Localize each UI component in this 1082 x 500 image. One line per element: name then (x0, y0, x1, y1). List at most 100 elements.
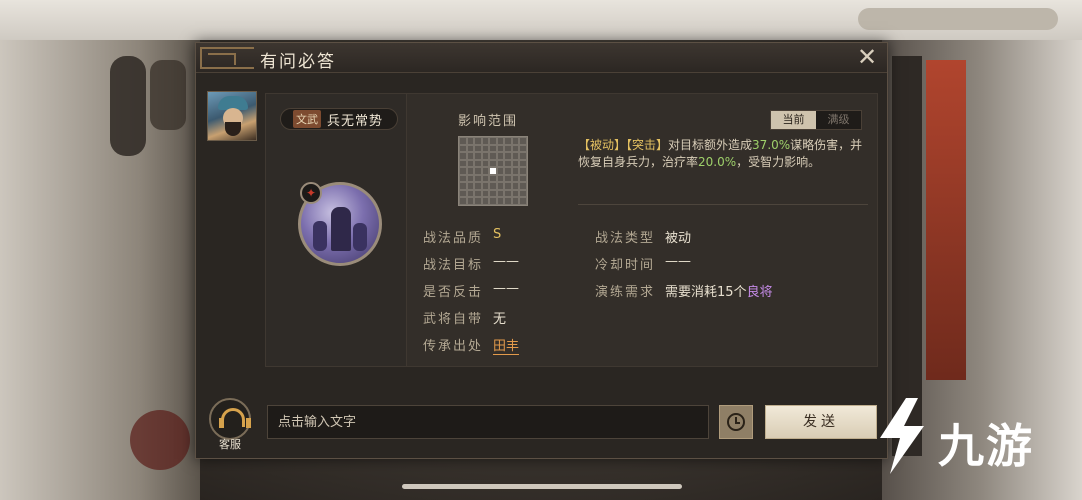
attr-value: —— (665, 254, 692, 269)
home-indicator (402, 484, 682, 489)
attr-self-carry: 武将自带 无 (423, 308, 506, 327)
skill-figure-icon (331, 207, 351, 251)
range-cell-center (489, 167, 497, 175)
range-cell (489, 137, 497, 145)
attr-practice: 演练需求 需要消耗15个良将 (595, 281, 773, 300)
dialog-titlebar: 有问必答 ✕ (196, 43, 887, 73)
range-cell (459, 189, 467, 198)
attr-label: 是否反击 (423, 285, 484, 300)
desc-text: ，受智力影响。 (736, 155, 821, 169)
range-cell (511, 197, 520, 205)
customer-service-button[interactable]: 客服 (206, 398, 254, 451)
range-cell (474, 197, 482, 205)
attr-label: 演练需求 (595, 285, 656, 300)
inherit-hero-link[interactable]: 田丰 (493, 335, 520, 355)
divider (578, 204, 868, 205)
practice-count: 15个 (717, 285, 747, 300)
range-cell (459, 174, 467, 183)
range-cell (481, 197, 490, 205)
range-cell (466, 197, 475, 205)
dialog-title: 有问必答 (260, 52, 336, 72)
range-cell (519, 197, 527, 205)
desc-value: 20.0% (698, 155, 737, 169)
background-scroll-left-2 (150, 60, 186, 130)
clock-icon (727, 413, 745, 431)
range-cell (511, 144, 520, 153)
range-cell (504, 144, 512, 153)
level-tabs: 当前 满级 (770, 110, 862, 130)
skill-detail-panel: 影响范围 当前 满级 【被动】【突击】对目标额外造成37.0%谋略伤害，并恢复自… (407, 93, 878, 367)
range-cell (481, 174, 490, 183)
range-cell (481, 144, 490, 153)
background-top-button (858, 8, 1058, 30)
range-cell (474, 144, 482, 153)
tab-max-level[interactable]: 满级 (816, 111, 861, 129)
skill-type-badge: 文武 (293, 110, 321, 128)
range-cell (504, 167, 512, 175)
range-cell (481, 189, 490, 198)
range-cell (504, 152, 512, 160)
range-cell (511, 174, 520, 183)
range-cell (489, 197, 497, 205)
attr-value: —— (493, 281, 520, 296)
attr-value: 需要消耗15个良将 (665, 281, 773, 300)
range-cell (474, 167, 482, 175)
range-cell (504, 182, 512, 190)
range-label: 影响范围 (458, 114, 519, 129)
attr-target: 战法目标 —— (423, 254, 519, 273)
range-cell (519, 182, 527, 190)
history-button[interactable] (719, 405, 753, 439)
range-cell (496, 144, 505, 153)
desc-text: 对目标额外造成 (668, 138, 753, 152)
range-cell (459, 197, 467, 205)
range-cell (459, 144, 467, 153)
range-cell (496, 167, 505, 175)
attr-cooldown: 冷却时间 —— (595, 254, 691, 273)
practice-prefix: 需要消耗 (665, 285, 718, 300)
chat-input[interactable] (267, 405, 709, 439)
skill-name: 兵无常势 (327, 113, 384, 129)
range-cell (496, 159, 505, 168)
range-cell (511, 159, 520, 168)
tab-current[interactable]: 当前 (771, 111, 816, 129)
range-cell (459, 159, 467, 168)
range-cell (481, 182, 490, 190)
background-red-banner (926, 60, 966, 380)
range-cell (481, 137, 490, 145)
range-cell (489, 152, 497, 160)
range-cell (466, 152, 475, 160)
desc-tag-passive: 【被动】 (578, 138, 627, 152)
attr-label: 战法目标 (423, 258, 484, 273)
attr-label: 战法品质 (423, 231, 484, 246)
range-cell (511, 152, 520, 160)
range-cell (511, 189, 520, 198)
send-button[interactable]: 发送 (765, 405, 877, 439)
skill-figure-icon (313, 221, 327, 251)
range-cell (519, 167, 527, 175)
range-cell (474, 189, 482, 198)
range-cell (489, 189, 497, 198)
range-cell (481, 152, 490, 160)
range-cell (474, 174, 482, 183)
range-cell (504, 189, 512, 198)
range-cell (466, 174, 475, 183)
range-cell (489, 144, 497, 153)
attr-label: 战法类型 (595, 231, 656, 246)
range-cell (459, 152, 467, 160)
range-cell (474, 182, 482, 190)
skill-figure-icon (353, 223, 367, 251)
hero-avatar[interactable] (207, 91, 257, 141)
range-cell (459, 182, 467, 190)
close-button[interactable]: ✕ (855, 45, 879, 69)
desc-tag-assault: 【突击】 (626, 138, 669, 152)
range-cell (504, 159, 512, 168)
attr-inherit: 传承出处 田丰 (423, 335, 520, 355)
range-cell (459, 137, 467, 145)
qa-dialog: 有问必答 ✕ 文武 兵无常势 ✦ 影响范围 当前 满级 【被动】【突击】对目标额… (195, 42, 888, 459)
headset-icon (209, 398, 251, 440)
range-cell (466, 182, 475, 190)
range-cell (466, 167, 475, 175)
attr-value: S (493, 227, 502, 242)
skill-description: 【被动】【突击】对目标额外造成37.0%谋略伤害，并恢复自身兵力，治疗率20.0… (578, 137, 870, 171)
range-cell (489, 174, 497, 183)
